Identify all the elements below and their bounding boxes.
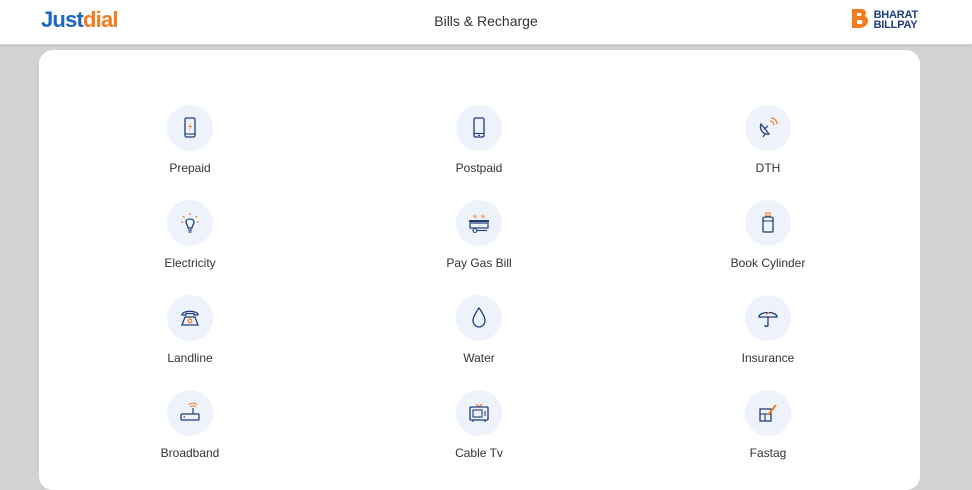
service-electricity[interactable]: Electricity [110, 200, 270, 270]
satellite-dish-icon [759, 117, 778, 138]
service-cable-tv[interactable]: Cable Tv [399, 390, 559, 460]
service-icon-circle [167, 295, 213, 341]
service-prepaid[interactable]: Prepaid [110, 105, 270, 175]
service-insurance[interactable]: Insurance [688, 295, 848, 365]
service-label: Book Cylinder [730, 256, 806, 270]
service-label: Landline [167, 351, 213, 365]
service-label: Postpaid [455, 161, 503, 175]
mobile-icon [473, 117, 485, 138]
umbrella-icon [758, 311, 778, 328]
gas-stove-icon [469, 214, 489, 234]
service-icon-circle [456, 295, 502, 341]
bharat-billpay-b-icon [851, 9, 868, 28]
service-landline[interactable]: Landline [110, 295, 270, 365]
page-title: Bills & Recharge [434, 13, 538, 29]
service-fastag[interactable]: Fastag [688, 390, 848, 460]
service-label: Broadband [160, 446, 220, 460]
service-pay-gas-bill[interactable]: Pay Gas Bill [399, 200, 559, 270]
service-water[interactable]: Water [399, 295, 559, 365]
service-icon-circle [745, 200, 791, 246]
service-label: Pay Gas Bill [446, 256, 512, 270]
router-icon [180, 402, 200, 421]
service-book-cylinder[interactable]: Book Cylinder [688, 200, 848, 270]
bulb-icon [181, 213, 199, 233]
service-icon-circle [456, 105, 502, 151]
top-header: Justdial Bills & Recharge BHARAT BILLPAY [0, 0, 972, 45]
water-drop-icon [472, 306, 486, 328]
service-postpaid[interactable]: Postpaid [399, 105, 559, 175]
service-label: Water [463, 351, 495, 365]
service-icon-circle [456, 200, 502, 246]
service-icon-circle [745, 390, 791, 436]
billpay-text: BILLPAY [873, 19, 918, 31]
service-broadband[interactable]: Broadband [110, 390, 270, 460]
service-icon-circle [745, 295, 791, 341]
fastag-icon [759, 404, 777, 422]
service-label: Cable Tv [455, 446, 503, 460]
service-icon-circle [456, 390, 502, 436]
gas-cylinder-icon [762, 212, 774, 233]
service-label: DTH [755, 161, 781, 175]
service-dth[interactable]: DTH [688, 105, 848, 175]
service-icon-circle [167, 390, 213, 436]
tv-icon [469, 403, 489, 422]
service-icon-circle [745, 105, 791, 151]
service-label: Prepaid [169, 161, 211, 175]
service-icon-circle [167, 105, 213, 151]
bharat-billpay-logo: BHARAT BILLPAY [850, 8, 918, 32]
service-label: Electricity [164, 256, 216, 270]
mobile-recharge-icon [184, 117, 196, 138]
services-card: Prepaid Postpaid DTH Electricity Pay Gas… [39, 50, 920, 490]
service-icon-circle [167, 200, 213, 246]
telephone-icon [181, 310, 199, 326]
service-label: Insurance [741, 351, 795, 365]
service-label: Fastag [749, 446, 787, 460]
